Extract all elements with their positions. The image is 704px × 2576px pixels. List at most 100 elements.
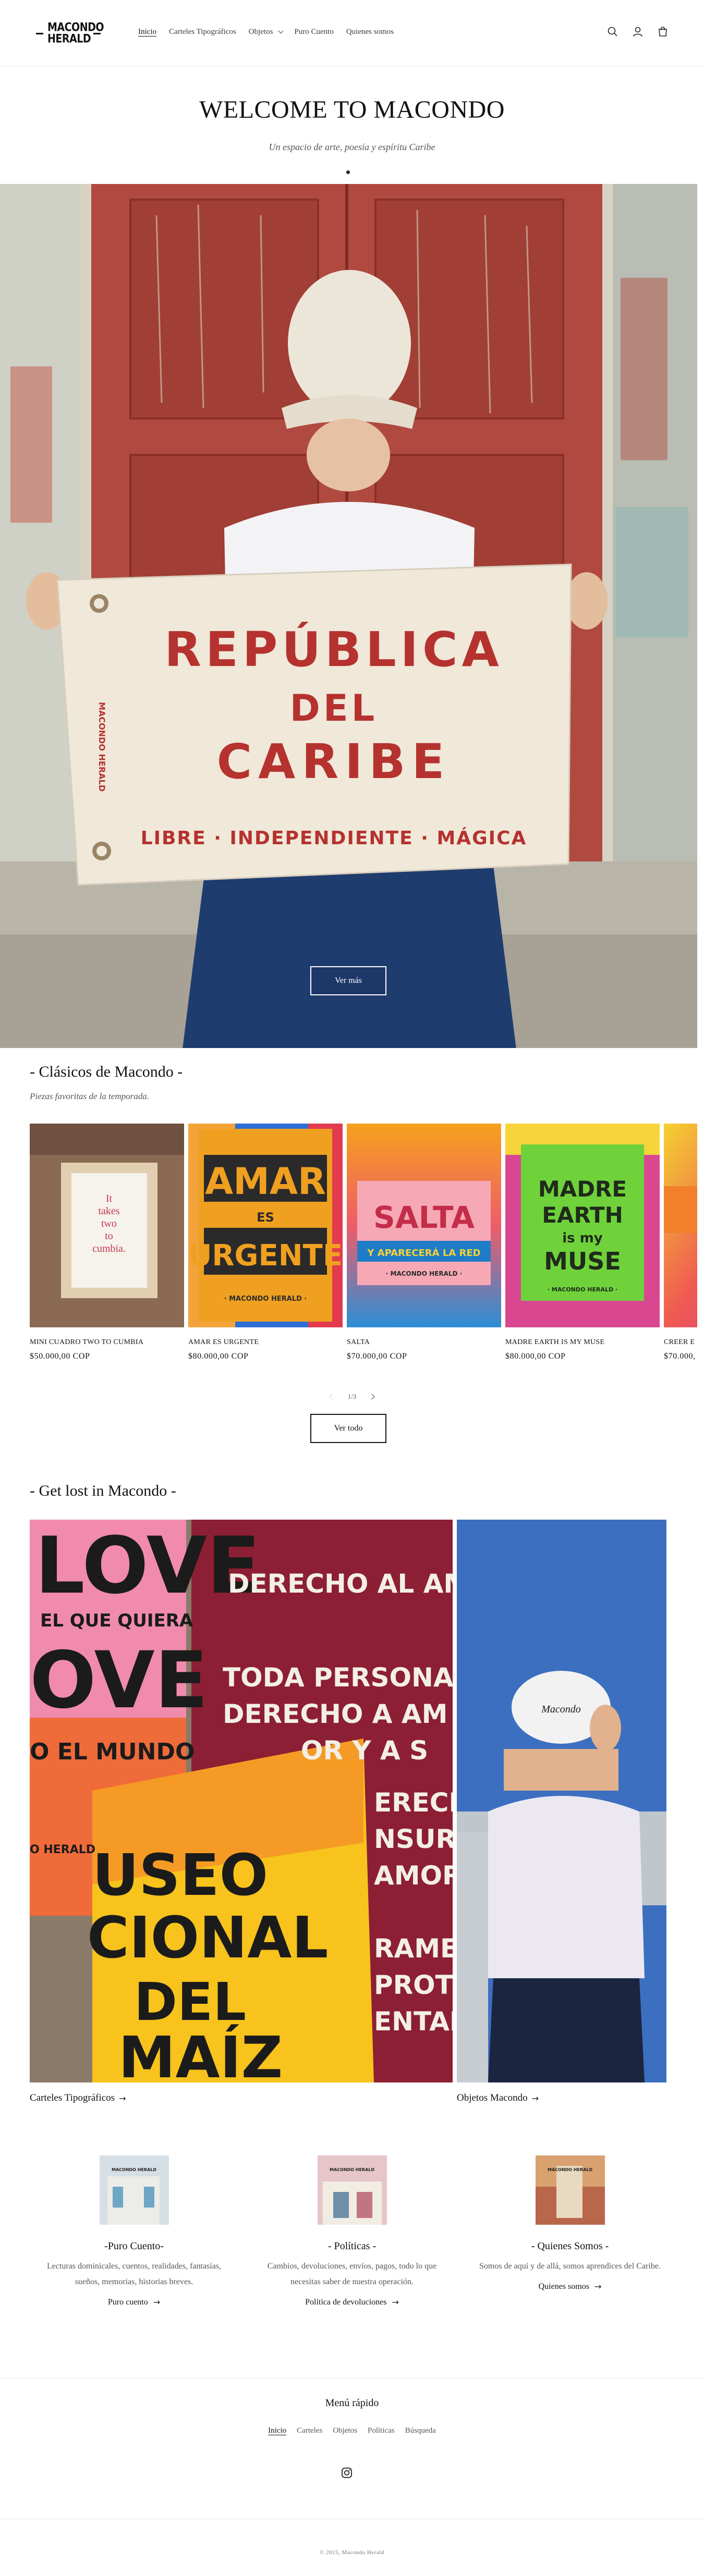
nav-item-inicio[interactable]: Inicio — [132, 26, 163, 38]
nav-item-carteles[interactable]: Carteles Tipográficos — [163, 26, 242, 38]
poster-text: MAÍZ — [118, 2024, 283, 2082]
column-link-label: Quienes somos — [538, 2282, 589, 2291]
collage-title: - Get lost in Macondo - — [30, 1482, 176, 1499]
poster-text: DEL — [134, 1971, 246, 2032]
art-text: SALTA — [373, 1200, 475, 1235]
hero-subtitle: Un espacio de arte, poesía y espíritu Ca… — [269, 142, 435, 152]
flag-line-3: CARIBE — [217, 734, 451, 790]
thumb-text: MACONDO HERALD — [548, 2167, 592, 2172]
product-card[interactable]: SALTA Y APARECERÁ LA RED · MACONDO HERAL… — [347, 1124, 501, 1361]
collage-link-objetos[interactable]: Objetos Macondo → — [457, 2092, 539, 2104]
copyright: © 2025, Macondo Herald — [320, 2549, 384, 2556]
product-card[interactable]: CREER E $70.000, — [664, 1124, 697, 1361]
poster-text: USEO — [92, 1842, 268, 1908]
collage-link-label: Objetos Macondo — [457, 2092, 528, 2103]
nav-label: Quienes somos — [346, 27, 394, 36]
logo-text: MACONDO HERALD — [47, 20, 104, 45]
product-card[interactable]: MADRE EARTH is my MUSE · MACONDO HERALD … — [505, 1124, 660, 1361]
chevron-left-icon[interactable] — [329, 1394, 335, 1400]
poster-text: DERECHO A AM — [223, 1699, 447, 1729]
arrow-right-icon: → — [119, 2093, 126, 2103]
product-image: MADRE EARTH is my MUSE · MACONDO HERALD … — [505, 1124, 660, 1327]
art-text: AMAR — [205, 1160, 326, 1203]
header-icons — [606, 25, 670, 39]
hero-cta-button[interactable]: Ver más — [310, 966, 386, 995]
slide-dot[interactable] — [346, 170, 350, 174]
arrow-right-icon: → — [392, 2297, 399, 2307]
art-text: takes — [98, 1205, 119, 1217]
product-price: $70.000,00 COP — [347, 1352, 407, 1361]
product-price: $70.000, — [664, 1352, 696, 1361]
art-text: ES — [257, 1210, 274, 1225]
product-price: $80.000,00 COP — [188, 1352, 249, 1361]
product-name[interactable]: MINI CUADRO TWO TO CUMBIA — [30, 1338, 184, 1347]
column-image: MACONDO HERALD — [99, 2155, 169, 2225]
poster-text: RAMEN — [374, 1933, 453, 1964]
art-text: two — [101, 1218, 117, 1229]
product-card[interactable]: It takes two to cumbia. MINI CUADRO TWO … — [30, 1124, 184, 1361]
footer-title: Menú rápido — [325, 2397, 379, 2409]
product-image: It takes two to cumbia. — [30, 1124, 184, 1327]
product-carousel: It takes two to cumbia. MINI CUADRO TWO … — [30, 1124, 697, 1374]
chevron-right-icon[interactable] — [369, 1394, 375, 1400]
nav-item-quienes-somos[interactable]: Quienes somos — [340, 26, 400, 38]
site-logo[interactable]: MACONDO HERALD — [30, 19, 107, 48]
column-text: Cambios, devoluciones, envíos, pagos, to… — [267, 2262, 437, 2286]
instagram-icon[interactable] — [341, 2467, 353, 2479]
footer-link-carteles[interactable]: Carteles — [292, 2426, 327, 2435]
column-image: MACONDO HERALD — [535, 2155, 605, 2225]
column-link-label: Política de devoluciones — [305, 2297, 387, 2307]
thumb-text: MACONDO HERALD — [330, 2167, 374, 2172]
art-text: It — [106, 1193, 113, 1204]
collage-image-objetos[interactable]: Macondo — [457, 1520, 666, 2082]
nav-item-objetos[interactable]: Objetos — [242, 26, 288, 38]
product-price: $50.000,00 COP — [30, 1352, 90, 1361]
footer-link-objetos[interactable]: Objetos — [327, 2426, 362, 2435]
product-name[interactable]: CREER E — [664, 1338, 697, 1347]
column-link[interactable]: Puro cuento → — [108, 2297, 160, 2307]
poster-text: EL QUE QUIERA — [40, 1610, 193, 1631]
nav-label: Inicio — [138, 27, 156, 36]
product-card[interactable]: AMAR ES URGENTE · MACONDO HERALD · AMAR … — [188, 1124, 343, 1361]
view-all-button[interactable]: Ver todo — [310, 1414, 386, 1443]
nav-item-puro-cuento[interactable]: Puro Cuento — [288, 26, 339, 38]
poster-text: TODA PERSONA T — [223, 1662, 453, 1693]
site-header: MACONDO HERALD Inicio Carteles Tipográfi… — [0, 0, 704, 66]
product-name[interactable]: MADRE EARTH IS MY MUSE — [505, 1338, 660, 1347]
poster-text: OR Y A S — [301, 1735, 428, 1766]
product-name[interactable]: SALTA — [347, 1338, 501, 1347]
poster-text: PROT — [374, 1970, 453, 2000]
poster-text: ENTAL — [374, 2006, 453, 2037]
art-text: cumbia. — [92, 1243, 126, 1254]
column-link[interactable]: Política de devoluciones → — [305, 2297, 399, 2307]
art-text: MADRE — [538, 1176, 627, 1202]
footer-link-inicio[interactable]: Inicio — [263, 2426, 292, 2435]
product-name[interactable]: AMAR ES URGENTE — [188, 1338, 343, 1347]
column-link[interactable]: Quienes somos → — [539, 2282, 602, 2291]
search-icon[interactable] — [606, 25, 620, 39]
art-text: is my — [562, 1230, 603, 1246]
nav-label: Objetos — [248, 27, 273, 36]
poster-text: CIONAL — [87, 1904, 328, 1971]
collage-image-carteles[interactable]: LOVE EL QUE QUIERA OVE O EL MUNDO O HERA… — [30, 1520, 453, 2082]
column-title: - Políticas - — [327, 2240, 377, 2252]
chevron-down-icon — [278, 28, 284, 33]
footer-link-politicas[interactable]: Políticas — [362, 2426, 400, 2435]
flag-line-1: REPÚBLICA — [164, 621, 503, 677]
poster-text: LOVE — [35, 1521, 260, 1611]
art-text: to — [105, 1230, 113, 1242]
arrow-right-icon: → — [531, 2093, 539, 2103]
arrow-right-icon: → — [594, 2282, 602, 2291]
account-icon[interactable] — [631, 25, 645, 39]
art-text: URGENTE — [188, 1239, 343, 1273]
column-quienes-somos: MACONDO HERALD - Quienes Somos - Somos d… — [463, 2155, 677, 2291]
flag-line-2: DEL — [290, 687, 378, 730]
pager-count: 1/3 — [347, 1392, 357, 1400]
column-text: Somos de aquí y de allá, somos aprendice… — [479, 2262, 661, 2271]
flag-brand: MACONDO HERALD — [97, 702, 107, 792]
cart-icon[interactable] — [656, 25, 670, 39]
logo-dash-left — [36, 32, 43, 34]
footer-link-busqueda[interactable]: Búsqueda — [400, 2426, 441, 2435]
footer-nav: Inicio Carteles Objetos Políticas Búsque… — [0, 2426, 704, 2435]
collage-link-carteles[interactable]: Carteles Tipográficos → — [30, 2092, 126, 2104]
